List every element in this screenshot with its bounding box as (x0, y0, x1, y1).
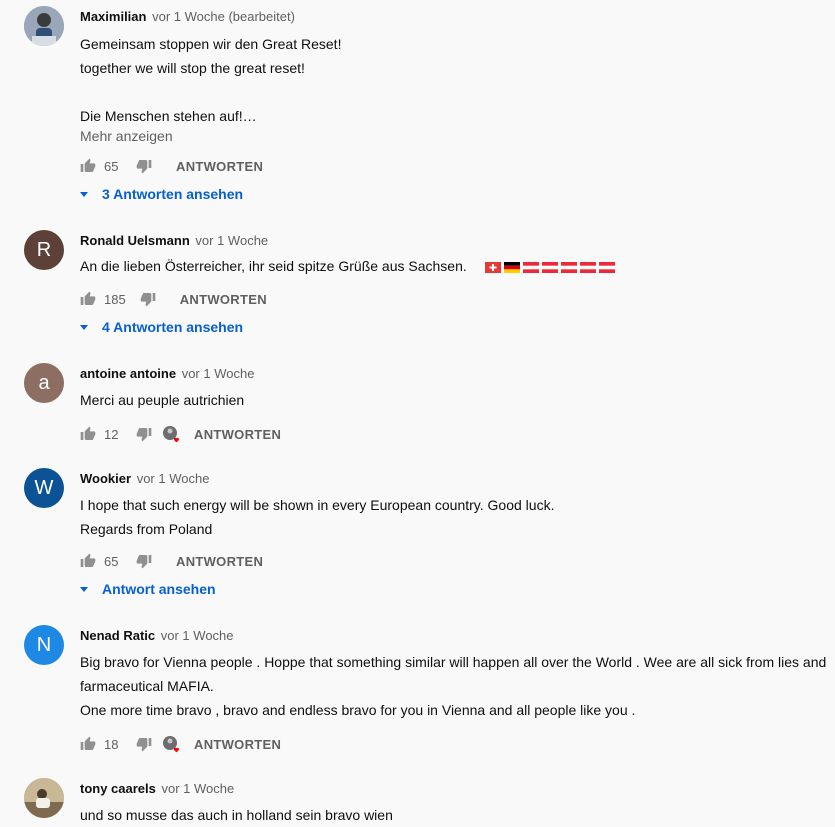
thumb-down-icon[interactable] (140, 291, 156, 307)
avatar[interactable] (24, 778, 64, 818)
reply-button[interactable]: ANTWORTEN (176, 554, 263, 569)
thumb-up-icon[interactable] (80, 553, 96, 569)
like-count: 65 (104, 158, 119, 174)
austrian-flag-icon (579, 261, 596, 273)
comment-actions: 12 ANTWORTEN (80, 422, 281, 446)
avatar[interactable]: W (24, 468, 64, 508)
comment-header: Nenad Ratic vor 1 Woche (80, 628, 234, 643)
caret-down-icon (80, 324, 88, 330)
comment-actions: 65 ANTWORTEN (80, 549, 263, 573)
thumb-up-icon[interactable] (80, 158, 96, 174)
creator-heart-icon (163, 736, 179, 753)
thumb-up-icon[interactable] (80, 736, 96, 752)
like-count: 65 (104, 553, 119, 569)
comment-line: together we will stop the great reset! (80, 60, 305, 76)
austrian-flag-icon (598, 261, 615, 273)
comment-header: Maximilian vor 1 Woche (bearbeitet) (80, 9, 295, 24)
comment-time[interactable]: vor 1 Woche (137, 471, 210, 486)
comment-line: One more time bravo , bravo and endless … (80, 702, 636, 718)
like-count: 18 (104, 736, 119, 752)
comment-time[interactable]: vor 1 Woche (162, 781, 235, 796)
comment-text: und so musse das auch in holland sein br… (80, 803, 393, 827)
thumb-down-icon[interactable] (136, 553, 152, 569)
author-name[interactable]: antoine antoine (80, 366, 176, 381)
flag-emojis (484, 261, 615, 273)
comment-line: Merci au peuple autrichien (80, 392, 245, 408)
comment-time[interactable]: vor 1 Woche (182, 366, 255, 381)
austrian-flag-icon (541, 261, 558, 273)
comment-actions: 65 ANTWORTEN (80, 154, 263, 178)
german-flag-icon (503, 261, 520, 273)
thumb-up-icon[interactable] (80, 291, 96, 307)
avatar[interactable] (24, 6, 64, 46)
comment-line: und so musse das auch in holland sein br… (80, 807, 393, 823)
austrian-flag-icon (522, 261, 539, 273)
comment-time[interactable]: vor 1 Woche (161, 628, 234, 643)
comment-time[interactable]: vor 1 Woche (bearbeitet) (152, 9, 295, 24)
author-name[interactable]: Wookier (80, 471, 131, 486)
show-more-link[interactable]: Mehr anzeigen (80, 128, 173, 144)
comment-text: Big bravo for Vienna people . Hoppe that… (80, 650, 826, 722)
comment-line: I hope that such energy will be shown in… (80, 497, 555, 513)
avatar-letter: N (36, 634, 52, 656)
comment-text: An die lieben Österreicher, ihr seid spi… (80, 254, 615, 278)
view-replies-label: Antwort ansehen (102, 581, 216, 597)
comment-line: farmaceutical MAFIA. (80, 678, 214, 694)
comment-line (80, 80, 341, 104)
creator-heart-icon (163, 426, 179, 443)
comment-actions: 185 ANTWORTEN (80, 287, 267, 311)
reply-button[interactable]: ANTWORTEN (194, 737, 281, 752)
comment-header: Ronald Uelsmann vor 1 Woche (80, 233, 268, 248)
author-name[interactable]: Nenad Ratic (80, 628, 155, 643)
like-count: 12 (104, 426, 119, 442)
thumb-down-icon[interactable] (136, 426, 152, 442)
comment-time[interactable]: vor 1 Woche (195, 233, 268, 248)
avatar[interactable]: R (24, 230, 64, 270)
avatar-letter: a (38, 372, 50, 394)
comment-line: Regards from Poland (80, 521, 213, 537)
avatar[interactable]: a (24, 363, 64, 403)
avatar-letter: W (34, 477, 54, 499)
thumb-down-icon[interactable] (136, 736, 152, 752)
caret-down-icon (80, 586, 88, 592)
view-replies-label: 4 Antworten ansehen (102, 319, 244, 335)
reply-button[interactable]: ANTWORTEN (194, 427, 281, 442)
author-name[interactable]: Maximilian (80, 9, 146, 24)
view-replies-button[interactable]: Antwort ansehen (80, 581, 216, 597)
comment-line: An die lieben Österreicher, ihr seid spi… (80, 258, 467, 274)
author-name[interactable]: Ronald Uelsmann (80, 233, 190, 248)
reply-button[interactable]: ANTWORTEN (176, 159, 263, 174)
comment-text: Gemeinsam stoppen wir den Great Reset! t… (80, 32, 341, 128)
comment-line: Gemeinsam stoppen wir den Great Reset! (80, 36, 342, 52)
view-replies-button[interactable]: 4 Antworten ansehen (80, 319, 243, 335)
avatar-letter: R (36, 239, 52, 261)
like-count: 185 (104, 291, 126, 307)
comment-text: I hope that such energy will be shown in… (80, 493, 554, 541)
view-replies-button[interactable]: 3 Antworten ansehen (80, 186, 243, 202)
thumb-up-icon[interactable] (80, 426, 96, 442)
comment-line: Big bravo for Vienna people . Hoppe that… (80, 654, 827, 670)
comment-header: tony caarels vor 1 Woche (80, 781, 234, 796)
caret-down-icon (80, 191, 88, 197)
comment-text: Merci au peuple autrichien (80, 388, 244, 412)
swiss-flag-icon (484, 261, 501, 273)
comment-header: antoine antoine vor 1 Woche (80, 366, 254, 381)
reply-button[interactable]: ANTWORTEN (180, 292, 267, 307)
thumb-down-icon[interactable] (136, 158, 152, 174)
comment-line: Die Menschen stehen auf!… (80, 108, 257, 124)
comment-header: Wookier vor 1 Woche (80, 471, 209, 486)
view-replies-label: 3 Antworten ansehen (102, 186, 244, 202)
avatar[interactable]: N (24, 625, 64, 665)
austrian-flag-icon (560, 261, 577, 273)
author-name[interactable]: tony caarels (80, 781, 156, 796)
comment-actions: 18 ANTWORTEN (80, 732, 281, 756)
